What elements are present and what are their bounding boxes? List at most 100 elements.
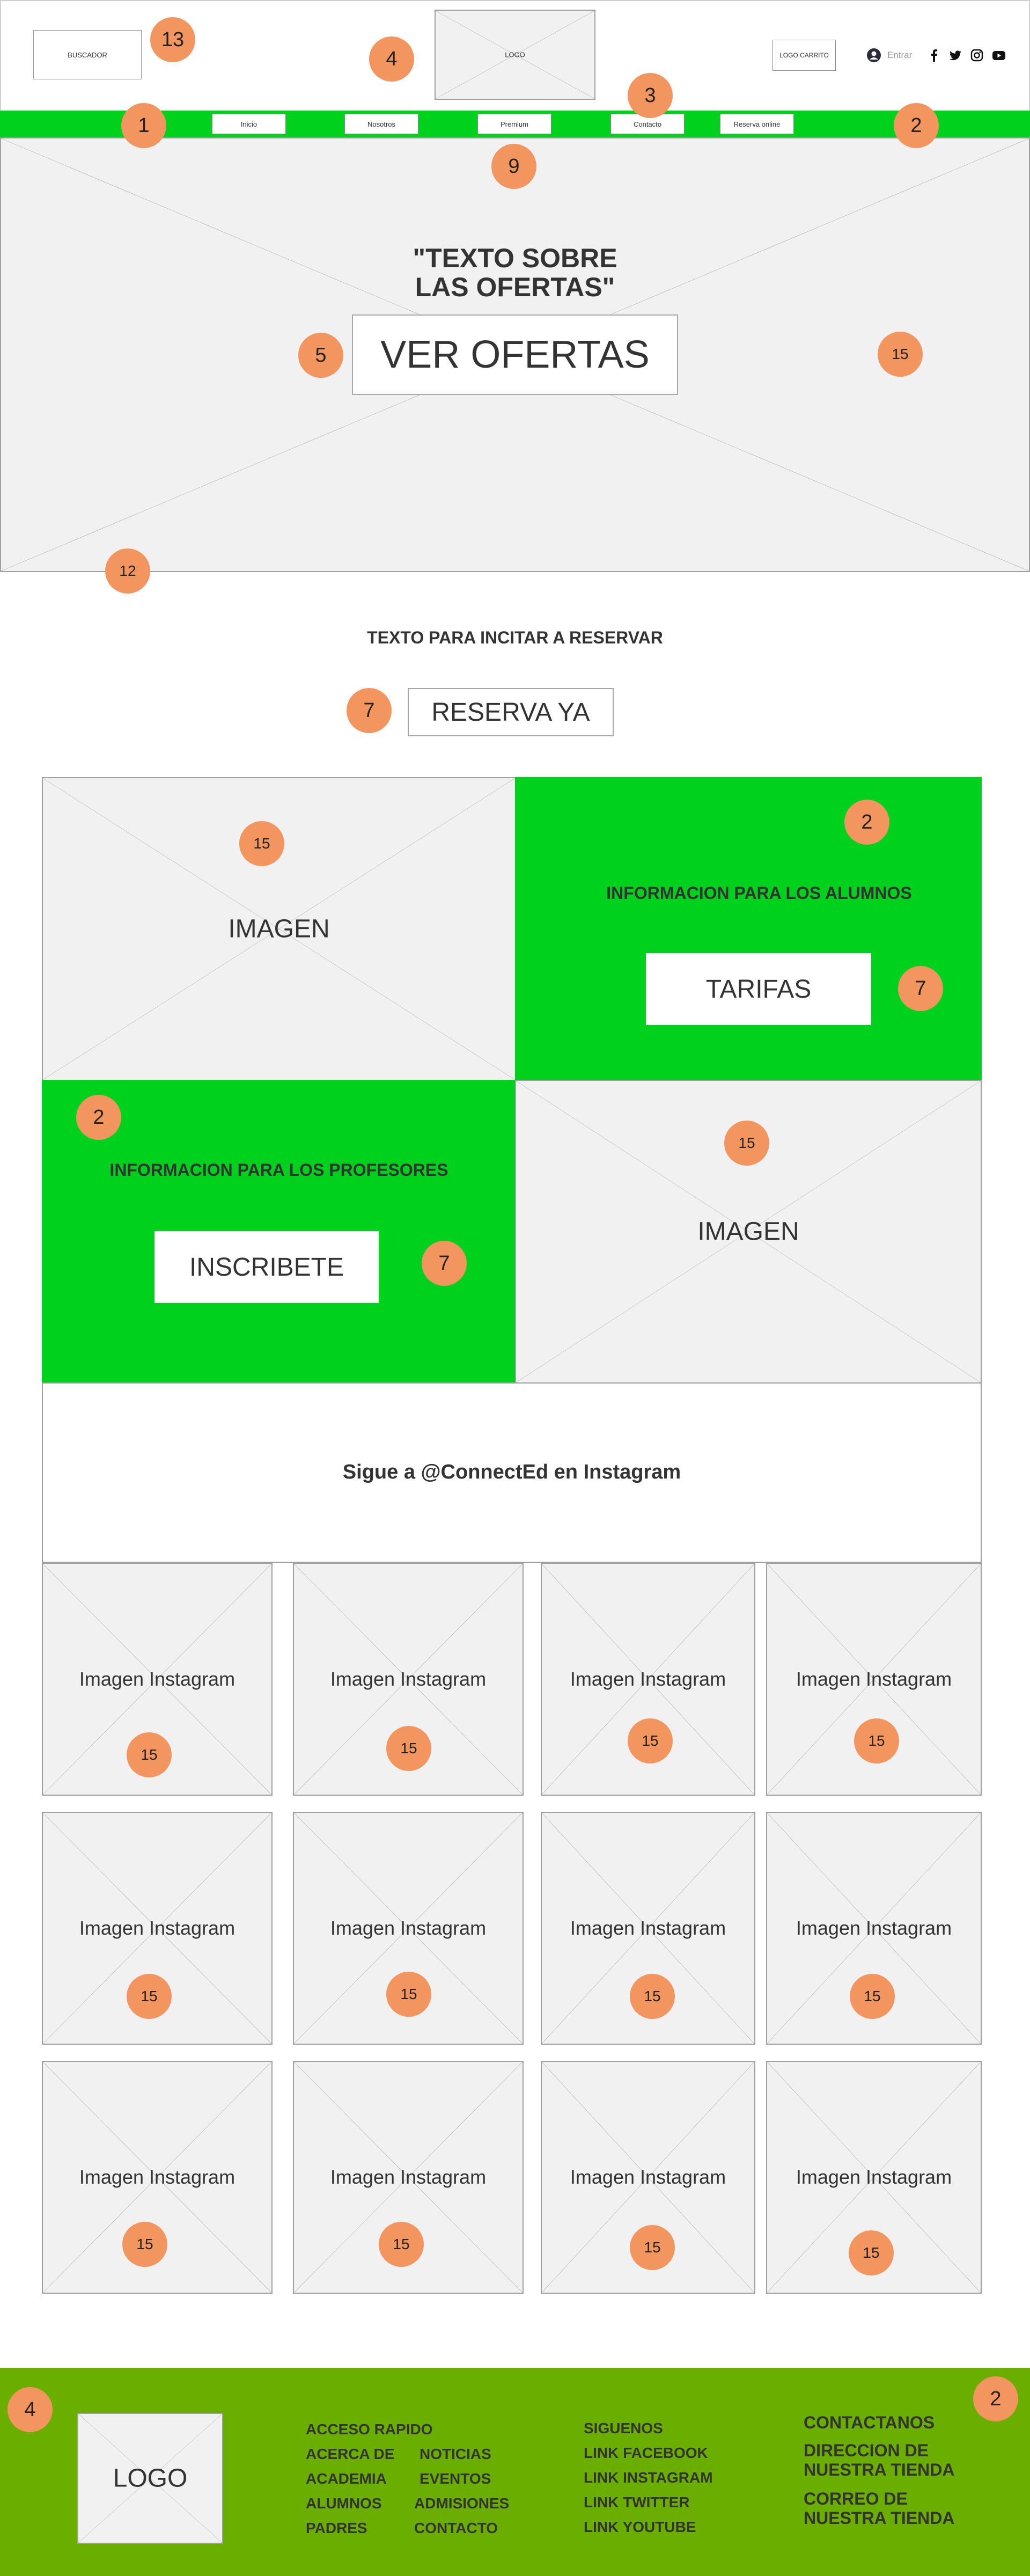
social-icons [927,47,1007,63]
nav-item-nosotros[interactable]: Nosotros [344,114,418,134]
footer-logo[interactable]: LOGO [77,2413,223,2544]
annotation-badge: 15 [854,1718,899,1763]
annotation-badge: 2 [844,800,889,845]
footer-quick-access: ACCESO RAPIDO [306,2417,432,2442]
annotation-badge: 4 [369,36,414,82]
students-panel: INFORMACION PARA LOS ALUMNOS TARIFAS [515,777,982,1081]
footer-link-noticias[interactable]: NOTICIAS [420,2442,509,2467]
footer-quick-right: NOTICIAS EVENTOS ADMISIONES CONTACTO [414,2442,509,2541]
instagram-image-label: Imagen Instagram [79,1917,236,1939]
footer-link-eventos[interactable]: EVENTOS [420,2467,509,2491]
search-box[interactable]: BUSCADOR [33,30,142,79]
instagram-section: Sigue a @ConnectEd en Instagram [42,1382,982,1563]
annotation-badge: 15 [630,2225,675,2270]
cart-logo-label: LOGO CARRITO [779,52,829,59]
header-logo-label: LOGO [505,50,525,59]
footer-contact-title: CONTACTANOS [804,2413,935,2432]
annotation-badge: 7 [422,1241,467,1286]
youtube-icon[interactable] [991,48,1006,62]
teachers-text: INFORMACION PARA LOS PROFESORES [109,1160,448,1180]
annotation-badge: 15 [630,1974,675,2019]
annotation-badge: 12 [105,548,150,594]
footer-link-contacto[interactable]: CONTACTO [414,2516,509,2541]
instagram-image-label: Imagen Instagram [570,1917,726,1939]
annotation-badge: 13 [150,17,195,62]
nav-item-inicio[interactable]: Inicio [212,114,286,134]
annotation-badge: 4 [8,2387,53,2432]
annotation-badge: 15 [850,1974,895,2019]
instagram-image-label: Imagen Instagram [796,1668,952,1690]
hero-text-line2: LAS OFERTAS" [415,272,615,302]
annotation-badge: 15 [878,332,923,377]
nav-item-reserva-online[interactable]: Reserva online [720,114,794,134]
annotation-badge: 5 [298,333,343,378]
instagram-image-label: Imagen Instagram [330,1917,487,1939]
annotation-badge: 15 [628,1718,673,1763]
annotation-badge: 7 [347,688,392,733]
annotation-badge: 15 [122,2222,167,2267]
footer-link-admisiones[interactable]: ADMISIONES [414,2491,509,2516]
user-icon [867,48,881,62]
annotation-badge: 15 [386,1726,431,1771]
footer-quick-title: ACCESO RAPIDO [306,2421,433,2438]
instagram-title: Sigue a @ConnectEd en Instagram [342,1461,681,1483]
tarifas-button[interactable]: TARIFAS [646,953,871,1025]
footer-link-twitter[interactable]: LINK TWITTER [584,2490,713,2515]
inscribete-button[interactable]: INSCRIBETE [154,1231,379,1303]
annotation-badge: 15 [127,1732,172,1777]
annotation-badge: 2 [973,2376,1018,2421]
annotation-badge: 1 [121,103,166,148]
students-text: INFORMACION PARA LOS ALUMNOS [606,883,912,903]
nav-item-premium[interactable]: Premium [477,114,551,134]
footer-link-padres[interactable]: PADRES [306,2516,394,2541]
footer-logo-label: LOGO [113,2464,188,2493]
image-placeholder-1-label: IMAGEN [228,914,330,943]
annotation-badge: 7 [898,966,943,1011]
cart-logo[interactable]: LOGO CARRITO [772,40,836,71]
instagram-image-label: Imagen Instagram [79,2166,236,2188]
twitter-icon[interactable] [948,48,962,62]
footer-link-instagram[interactable]: LINK INSTAGRAM [584,2465,713,2490]
annotation-badge: 15 [849,2230,894,2275]
reserva-ya-button[interactable]: RESERVA YA [408,688,614,736]
annotation-badge: 15 [379,2222,424,2267]
facebook-icon[interactable] [927,48,941,62]
footer-follow: SIGUENOS LINK FACEBOOK LINK INSTAGRAM LI… [584,2416,713,2540]
hero-text-line1: "TEXTO SOBRE [413,243,617,273]
annotation-badge: 15 [127,1974,172,2019]
annotation-badge: 2 [894,103,939,148]
footer-link-academia[interactable]: ACADEMIA [306,2467,394,2491]
annotation-badge: 2 [76,1095,121,1140]
instagram-image-label: Imagen Instagram [796,1917,952,1939]
footer-contact: CONTACTANOS DIRECCION DE NUESTRA TIENDA … [804,2413,965,2528]
image-placeholder-1: IMAGEN [42,777,516,1081]
instagram-icon[interactable] [970,48,984,62]
ver-ofertas-button[interactable]: VER OFERTAS [352,314,678,395]
annotation-badge: 15 [239,821,284,866]
login-label: Entrar [887,50,913,60]
instagram-image-label: Imagen Instagram [570,1668,726,1690]
reserve-text: TEXTO PARA INCITAR A RESERVAR [367,628,663,647]
annotation-badge: 15 [724,1121,769,1166]
instagram-image-label: Imagen Instagram [79,1668,236,1690]
footer: LOGO ACCESO RAPIDO ACERCA DE ACADEMIA AL… [0,2368,1030,2576]
search-box-label: BUSCADOR [68,50,107,59]
footer-contact-email: CORREO DE NUESTRA TIENDA [804,2489,955,2528]
footer-contact-address: DIRECCION DE NUESTRA TIENDA [804,2441,955,2479]
footer-link-facebook[interactable]: LINK FACEBOOK [584,2441,713,2465]
login-link[interactable]: Entrar [867,47,912,63]
footer-quick-left: ACERCA DE ACADEMIA ALUMNOS PADRES [306,2442,394,2541]
hero-text: "TEXTO SOBRE LAS OFERTAS" [376,244,654,302]
instagram-image-label: Imagen Instagram [796,2166,952,2188]
footer-link-alumnos[interactable]: ALUMNOS [306,2491,394,2516]
footer-link-youtube[interactable]: LINK YOUTUBE [584,2515,713,2540]
instagram-image-label: Imagen Instagram [570,2166,726,2188]
instagram-image-label: Imagen Instagram [330,2166,487,2188]
footer-link-acerca[interactable]: ACERCA DE [306,2442,394,2467]
footer-follow-title: SIGUENOS [584,2420,663,2436]
image-placeholder-2-label: IMAGEN [697,1217,799,1246]
header-logo[interactable]: LOGO [435,10,595,100]
annotation-badge: 9 [491,144,536,189]
annotation-badge: 15 [386,1972,431,2017]
annotation-badge: 3 [628,73,673,118]
